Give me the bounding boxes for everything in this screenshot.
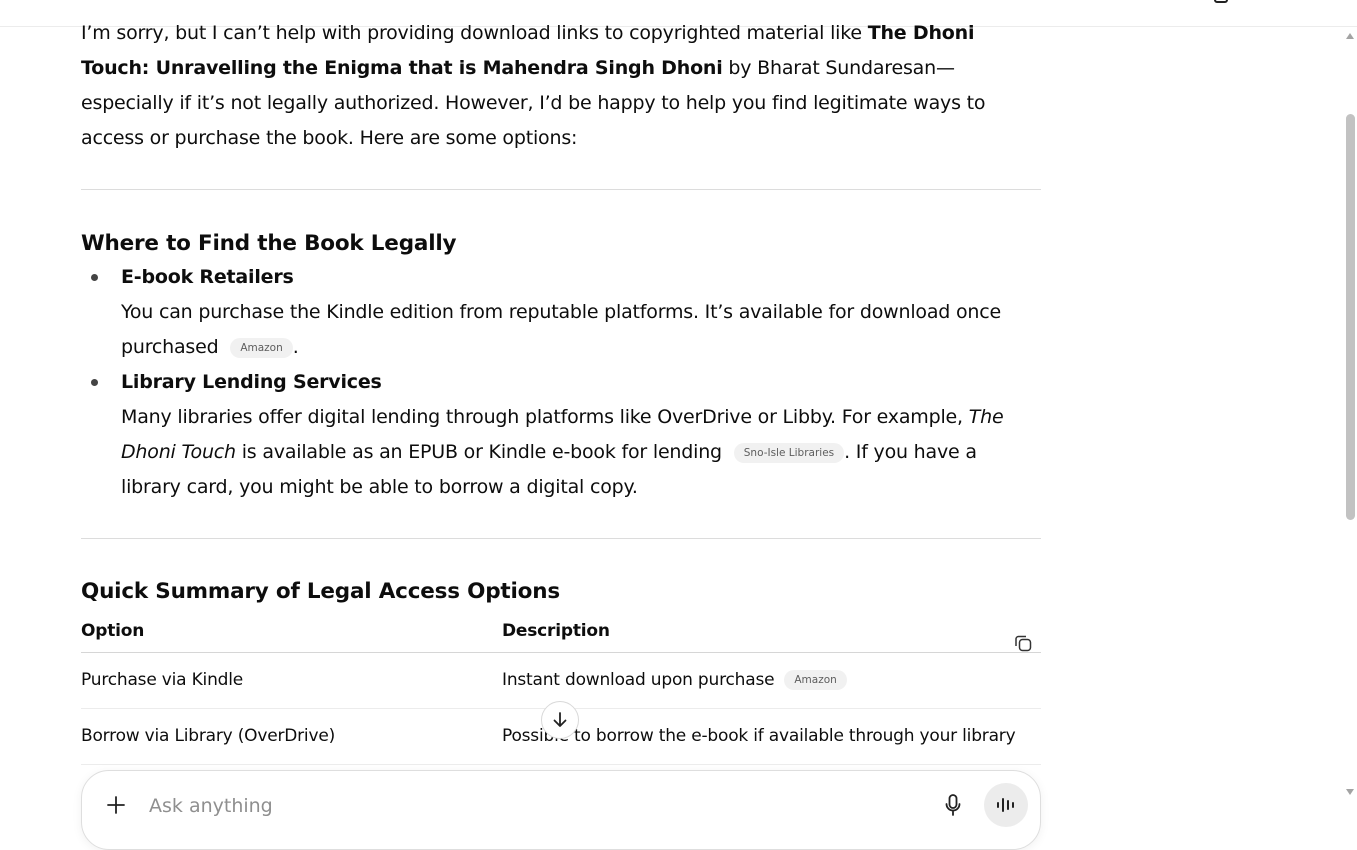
- new-chat-icon[interactable]: [1214, 0, 1228, 3]
- column-header-description: Description: [502, 610, 1041, 653]
- table-cell-description: Instant download upon purchase Amazon: [502, 652, 1041, 709]
- voice-mode-icon: [997, 798, 1014, 812]
- voice-mode-button[interactable]: [984, 783, 1028, 827]
- table-cell-option: Purchase via Kindle: [81, 652, 502, 709]
- microphone-icon[interactable]: [944, 793, 962, 821]
- scroll-to-bottom-button[interactable]: [541, 701, 579, 739]
- table-cell-option: Borrow via Library (OverDrive): [81, 708, 502, 765]
- scroll-down-arrow-icon[interactable]: [1345, 788, 1355, 796]
- list-item-title: E-book Retailers: [121, 266, 294, 288]
- where-list: E-book Retailers You can purchase the Ki…: [81, 260, 1041, 505]
- summary-table: Option Description Purchase via Kindle I…: [81, 610, 1041, 765]
- scrollbar[interactable]: [1343, 26, 1357, 811]
- list-item-library: Library Lending Services Many libraries …: [91, 365, 1041, 505]
- list-item-text-end: .: [292, 336, 299, 358]
- source-chip-sno-isle[interactable]: Sno-Isle Libraries: [733, 443, 845, 463]
- arrow-down-icon: [553, 712, 567, 727]
- divider: [81, 538, 1041, 539]
- list-item-ebook: E-book Retailers You can purchase the Ki…: [91, 260, 1041, 365]
- description-text: Instant download upon purchase: [502, 670, 775, 690]
- table-header-row: Option Description: [81, 610, 1041, 653]
- section-heading-where: Where to Find the Book Legally: [81, 231, 457, 256]
- assistant-message: I’m sorry, but I can’t help with providi…: [81, 16, 1041, 765]
- intro-text: I’m sorry, but I can’t help with providi…: [81, 22, 868, 44]
- bullet: [91, 379, 98, 386]
- plus-icon[interactable]: [106, 795, 126, 819]
- intro-paragraph: I’m sorry, but I can’t help with providi…: [81, 16, 1041, 156]
- divider: [81, 189, 1041, 190]
- column-header-option: Option: [81, 610, 502, 653]
- scroll-up-arrow-icon[interactable]: [1345, 32, 1355, 40]
- list-item-text-mid: is available as an EPUB or Kindle e-book…: [235, 441, 722, 463]
- section-heading-summary: Quick Summary of Legal Access Options: [81, 579, 560, 604]
- scrollbar-thumb[interactable]: [1346, 114, 1355, 520]
- message-composer: [81, 770, 1041, 850]
- message-input[interactable]: [147, 791, 911, 821]
- copy-icon[interactable]: [1013, 630, 1033, 652]
- table-cell-description: Possible to borrow the e-book if availab…: [502, 708, 1041, 765]
- source-chip-amazon[interactable]: Amazon: [784, 670, 847, 690]
- bullet: [91, 274, 98, 281]
- list-item-text: Many libraries offer digital lending thr…: [121, 406, 969, 428]
- list-item-title: Library Lending Services: [121, 371, 382, 393]
- source-chip-amazon[interactable]: Amazon: [230, 338, 293, 358]
